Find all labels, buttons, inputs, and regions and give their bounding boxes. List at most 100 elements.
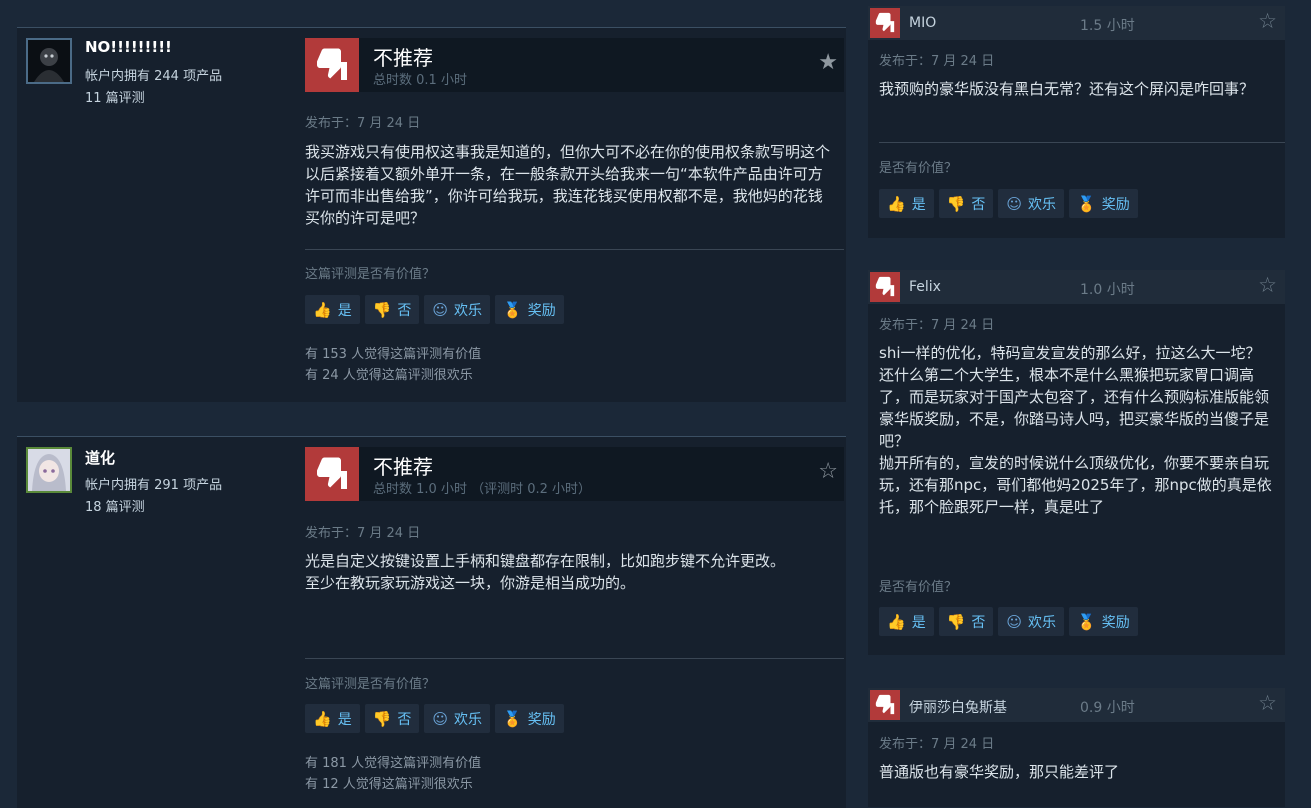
award-button[interactable]: 🏅 奖励 [1069, 189, 1138, 218]
posted-date: 发布于：7 月 24 日 [305, 526, 421, 541]
yes-label: 是 [337, 302, 352, 319]
funny-button[interactable]: ☺ 欢乐 [424, 704, 491, 733]
star-icon[interactable]: ★ [818, 52, 838, 74]
username[interactable]: 伊丽莎白兔斯基 [909, 697, 1007, 717]
award-label: 奖励 [527, 302, 556, 319]
side-review-header: 伊丽莎白兔斯基 0.9 小时 ☆ [868, 688, 1285, 722]
no-button[interactable]: 👎 否 [938, 189, 994, 218]
no-button[interactable]: 👎 否 [938, 607, 994, 636]
star-icon[interactable]: ☆ [818, 461, 838, 483]
thumbs-down-icon: 👎 [946, 194, 966, 213]
yes-button[interactable]: 👍 是 [305, 295, 360, 324]
award-button[interactable]: 🏅 奖励 [495, 704, 564, 733]
thumbs-down-icon: 👎 [372, 300, 392, 319]
review-count[interactable]: 11 篇评测 [85, 87, 145, 106]
review-card: NO!!!!!!!!! 帐户内拥有 244 项产品 11 篇评测 不推荐 总时数… [17, 27, 846, 402]
award-icon: 🏅 [503, 709, 522, 728]
side-review-card: Felix 1.0 小时 ☆ 发布于：7 月 24 日 shi一样的优化，特码宣… [868, 270, 1285, 655]
review-card: 道化 帐户内拥有 291 项产品 18 篇评测 不推荐 总时数 1.0 小时 （… [17, 436, 846, 808]
funny-button[interactable]: ☺ 欢乐 [998, 607, 1065, 636]
username[interactable]: MIO [909, 15, 936, 31]
review-body: 普通版也有豪华奖励，那只能差评了 [879, 763, 1120, 781]
thumbs-up-icon: 👍 [313, 709, 332, 728]
thumbs-up-icon: 👍 [887, 194, 906, 213]
no-label: 否 [971, 614, 986, 631]
verdict-title[interactable]: 不推荐 [373, 42, 433, 71]
smile-icon: ☺ [1006, 612, 1023, 631]
review-body: shi一样的优化，特码宣发宣发的那么好，拉这么大一坨？还什么第二个大学生，根本不… [879, 344, 1272, 516]
username[interactable]: Felix [909, 279, 941, 295]
avatar[interactable] [26, 447, 72, 493]
review-count[interactable]: 18 篇评测 [85, 496, 145, 515]
star-icon[interactable]: ☆ [1258, 693, 1277, 714]
award-icon: 🏅 [1077, 194, 1096, 213]
yes-button[interactable]: 👍 是 [879, 189, 934, 218]
yes-button[interactable]: 👍 是 [305, 704, 360, 733]
username[interactable]: NO!!!!!!!!! [85, 38, 172, 56]
funny-button[interactable]: ☺ 欢乐 [424, 295, 491, 324]
playtime: 1.0 小时 [1080, 282, 1135, 298]
no-button[interactable]: 👎 否 [364, 704, 420, 733]
thumbs-down-icon [305, 38, 359, 92]
vote-buttons: 👍 是 👎 否 ☺ 欢乐 🏅 奖励 [305, 295, 564, 324]
funny-label: 欢乐 [454, 711, 483, 728]
no-label: 否 [971, 196, 986, 213]
divider [879, 142, 1285, 143]
posted-date: 发布于：7 月 24 日 [305, 116, 421, 131]
playtime: 总时数 0.1 小时 [373, 73, 467, 88]
smile-icon: ☺ [432, 300, 449, 319]
funny-label: 欢乐 [1028, 196, 1057, 213]
helpful-question: 这篇评测是否有价值？ [305, 677, 436, 692]
funny-stat: 有 24 人觉得这篇评测很欢乐 [305, 368, 473, 383]
helpful-question: 这篇评测是否有价值？ [305, 267, 436, 282]
divider [305, 658, 844, 659]
vote-buttons: 👍 是 👎 否 ☺ 欢乐 🏅 奖励 [879, 607, 1138, 636]
funny-label: 欢乐 [454, 302, 483, 319]
award-icon: 🏅 [1077, 612, 1096, 631]
smile-icon: ☺ [1006, 194, 1023, 213]
vote-buttons: 👍 是 👎 否 ☺ 欢乐 🏅 奖励 [305, 704, 564, 733]
side-review-card: MIO 1.5 小时 ☆ 发布于：7 月 24 日 我预购的豪华版没有黑白无常？… [868, 6, 1285, 238]
review-body: 我买游戏只有使用权这事我是知道的，但你大可不必在你的使用权条款写明这个以后紧接着… [305, 143, 831, 227]
helpful-question: 是否有价值？ [879, 580, 958, 595]
posted-date: 发布于：7 月 24 日 [879, 54, 995, 69]
yes-label: 是 [911, 614, 926, 631]
star-icon[interactable]: ☆ [1258, 275, 1277, 296]
funny-stat: 有 12 人觉得这篇评测很欢乐 [305, 777, 473, 792]
helpful-stat: 有 153 人觉得这篇评测有价值 [305, 347, 482, 362]
star-icon[interactable]: ☆ [1258, 11, 1277, 32]
side-review-header: Felix 1.0 小时 ☆ [868, 270, 1285, 304]
avatar[interactable] [26, 38, 72, 84]
thumbs-down-icon: 👎 [372, 709, 392, 728]
verdict-title[interactable]: 不推荐 [373, 451, 433, 480]
award-button[interactable]: 🏅 奖励 [1069, 607, 1138, 636]
review-body: 我预购的豪华版没有黑白无常？还有这个屏闪是咋回事？ [879, 80, 1255, 98]
thumbs-down-icon: 👎 [946, 612, 966, 631]
no-label: 否 [397, 302, 412, 319]
review-body: 光是自定义按键设置上手柄和键盘都存在限制，比如跑步键不允许更改。 至少在教玩家玩… [305, 552, 786, 592]
side-review-header: MIO 1.5 小时 ☆ [868, 6, 1285, 40]
no-label: 否 [397, 711, 412, 728]
playtime: 1.5 小时 [1080, 18, 1135, 34]
vote-buttons: 👍 是 👎 否 ☺ 欢乐 🏅 奖励 [879, 189, 1138, 218]
helpful-question: 是否有价值？ [879, 161, 958, 176]
funny-label: 欢乐 [1028, 614, 1057, 631]
funny-button[interactable]: ☺ 欢乐 [998, 189, 1065, 218]
yes-button[interactable]: 👍 是 [879, 607, 934, 636]
product-count[interactable]: 帐户内拥有 244 项产品 [85, 65, 222, 84]
posted-date: 发布于：7 月 24 日 [879, 318, 995, 333]
yes-label: 是 [911, 196, 926, 213]
thumbs-down-icon [870, 690, 900, 720]
posted-date: 发布于：7 月 24 日 [879, 737, 995, 752]
playtime: 0.9 小时 [1080, 700, 1135, 716]
yes-label: 是 [337, 711, 352, 728]
no-button[interactable]: 👎 否 [364, 295, 420, 324]
award-label: 奖励 [1101, 614, 1130, 631]
award-label: 奖励 [1101, 196, 1130, 213]
thumbs-up-icon: 👍 [887, 612, 906, 631]
username[interactable]: 道化 [85, 447, 115, 468]
divider [305, 249, 844, 250]
product-count[interactable]: 帐户内拥有 291 项产品 [85, 474, 222, 493]
thumbs-down-icon [305, 447, 359, 501]
award-button[interactable]: 🏅 奖励 [495, 295, 564, 324]
